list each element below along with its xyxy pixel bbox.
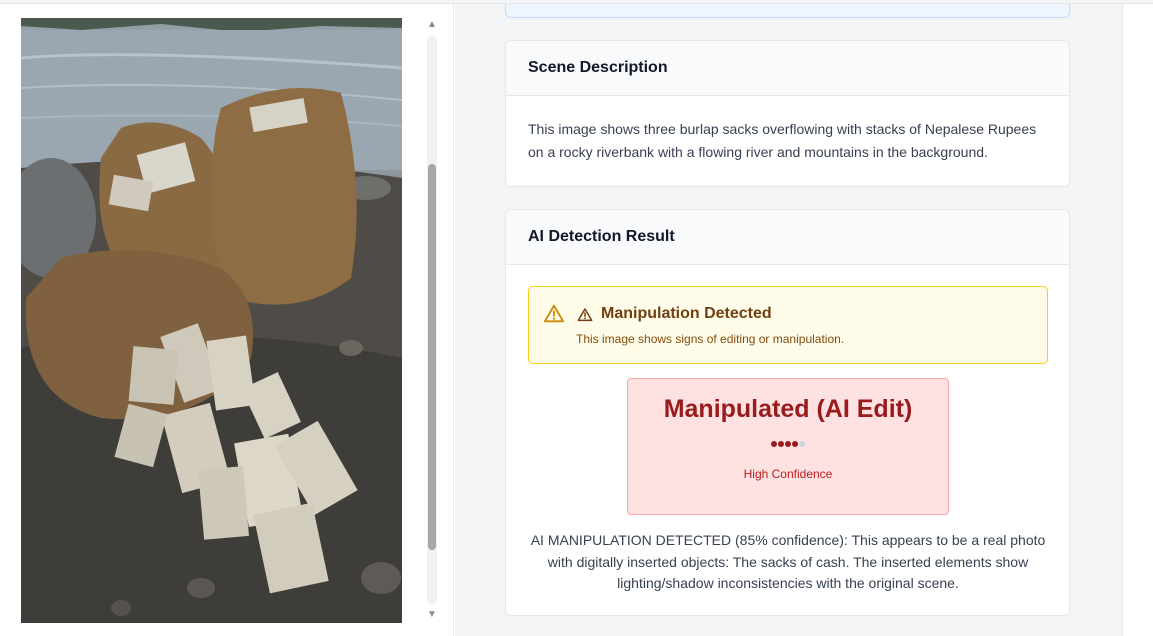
warning-triangle-icon — [577, 308, 593, 322]
scrollbar-thumb[interactable] — [428, 164, 436, 550]
scene-description-text: This image shows three burlap sacks over… — [528, 121, 1037, 160]
confidence-dot-empty — [799, 441, 805, 447]
detection-card-title: AI Detection Result — [506, 210, 1069, 265]
image-panel: ▲ ▼ — [0, 4, 454, 636]
confidence-dot-filled — [778, 441, 784, 447]
scroll-up-arrow-icon[interactable]: ▲ — [427, 20, 437, 30]
uploaded-photo — [21, 18, 402, 623]
results-panel: Scene Description This image shows three… — [455, 4, 1122, 636]
detection-explanation: AI MANIPULATION DETECTED (85% confidence… — [530, 532, 1046, 591]
alert-message: This image shows signs of editing or man… — [576, 332, 845, 346]
confidence-dots — [628, 441, 948, 447]
image-scrollbar[interactable]: ▲ ▼ — [425, 18, 439, 623]
scroll-down-arrow-icon[interactable]: ▼ — [427, 610, 437, 620]
scene-card-title: Scene Description — [506, 41, 1069, 96]
ai-detection-card: AI Detection Result Manipulation Detecte… — [505, 209, 1070, 616]
photo-illustration — [21, 18, 402, 623]
manipulation-alert: Manipulation Detected This image shows s… — [528, 286, 1048, 364]
confidence-text: High Confidence — [743, 467, 833, 481]
verdict-box: Manipulated (AI Edit) High Confidence — [627, 378, 949, 515]
confidence-dot-filled — [792, 441, 798, 447]
right-gutter — [1122, 4, 1153, 636]
verdict-label: Manipulated (AI Edit) — [663, 395, 913, 423]
confidence-dot-filled — [785, 441, 791, 447]
alert-title: Manipulation Detected — [601, 305, 772, 322]
confidence-dot-filled — [771, 441, 777, 447]
previous-card-edge — [505, 4, 1070, 18]
scene-description-card: Scene Description This image shows three… — [505, 40, 1070, 187]
warning-triangle-icon — [543, 304, 565, 323]
